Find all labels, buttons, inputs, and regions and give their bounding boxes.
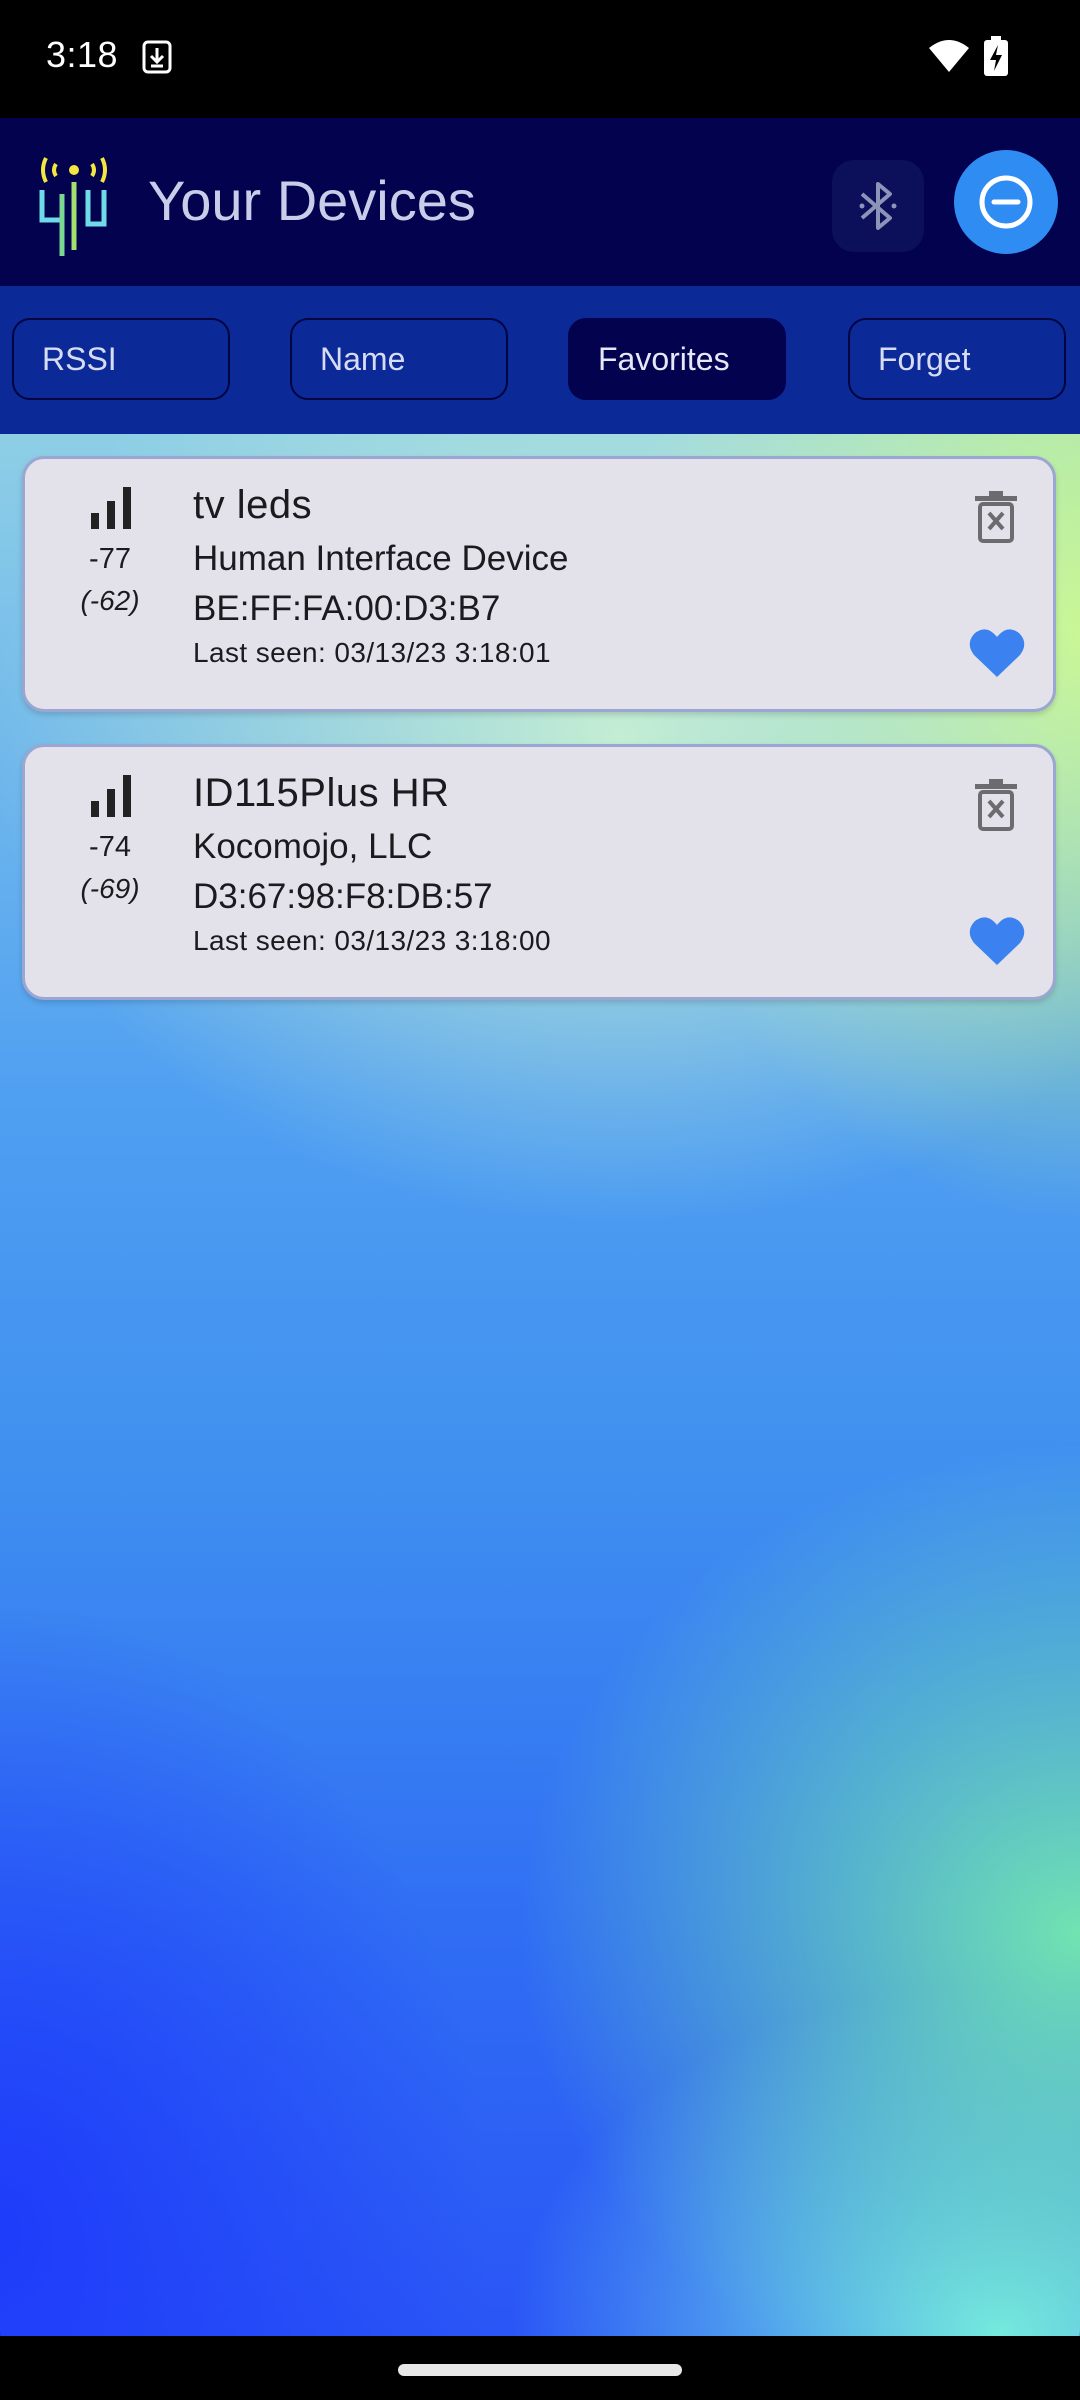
device-card[interactable]: -74 (-69) ID115Plus HR Kocomojo, LLC D3:… <box>22 744 1056 1000</box>
device-name: tv leds <box>193 483 313 527</box>
wifi-icon <box>929 40 969 72</box>
device-list: -77 (-62) tv leds Human Interface Device… <box>0 434 1080 2336</box>
battery-charging-icon <box>984 36 1008 76</box>
delete-icon[interactable] <box>975 779 1017 831</box>
status-time: 3:18 <box>46 34 119 75</box>
sort-forget-button[interactable]: Forget <box>848 318 1066 400</box>
device-mac-address: BE:FF:FA:00:D3:B7 <box>193 589 501 628</box>
antenna-logo-icon <box>39 157 107 256</box>
phone-screen: 3:18 Your Devices RSSI Name Favorites Fo… <box>0 0 1080 2400</box>
rssi-value: -74 <box>89 831 131 863</box>
sort-favorites-button[interactable]: Favorites <box>568 318 786 400</box>
sort-name-button[interactable]: Name <box>290 318 508 400</box>
minus-circle-icon <box>979 175 1033 229</box>
remove-button[interactable] <box>954 150 1058 254</box>
download-icon <box>142 40 172 74</box>
device-last-seen: Last seen: 03/13/23 3:18:01 <box>193 637 551 668</box>
rssi-value: -77 <box>89 543 131 575</box>
favorite-heart-icon[interactable] <box>969 627 1025 679</box>
favorite-heart-icon[interactable] <box>969 915 1025 967</box>
rssi-average: (-69) <box>80 873 140 904</box>
bluetooth-icon <box>859 182 897 230</box>
device-last-seen: Last seen: 03/13/23 3:18:00 <box>193 925 551 956</box>
device-name: ID115Plus HR <box>193 771 450 815</box>
home-gesture-handle[interactable] <box>398 2364 682 2376</box>
signal-strength-icon <box>91 775 131 817</box>
status-bar: 3:18 <box>0 0 1080 118</box>
rssi-average: (-62) <box>80 585 140 616</box>
device-manufacturer: Kocomojo, LLC <box>193 827 433 866</box>
sort-rssi-button[interactable]: RSSI <box>12 318 230 400</box>
page-title: Your Devices <box>148 169 476 232</box>
device-card[interactable]: -77 (-62) tv leds Human Interface Device… <box>22 456 1056 712</box>
device-mac-address: D3:67:98:F8:DB:57 <box>193 877 493 916</box>
bluetooth-button[interactable] <box>832 160 924 252</box>
delete-icon[interactable] <box>975 491 1017 543</box>
device-manufacturer: Human Interface Device <box>193 539 569 578</box>
signal-strength-icon <box>91 487 131 529</box>
